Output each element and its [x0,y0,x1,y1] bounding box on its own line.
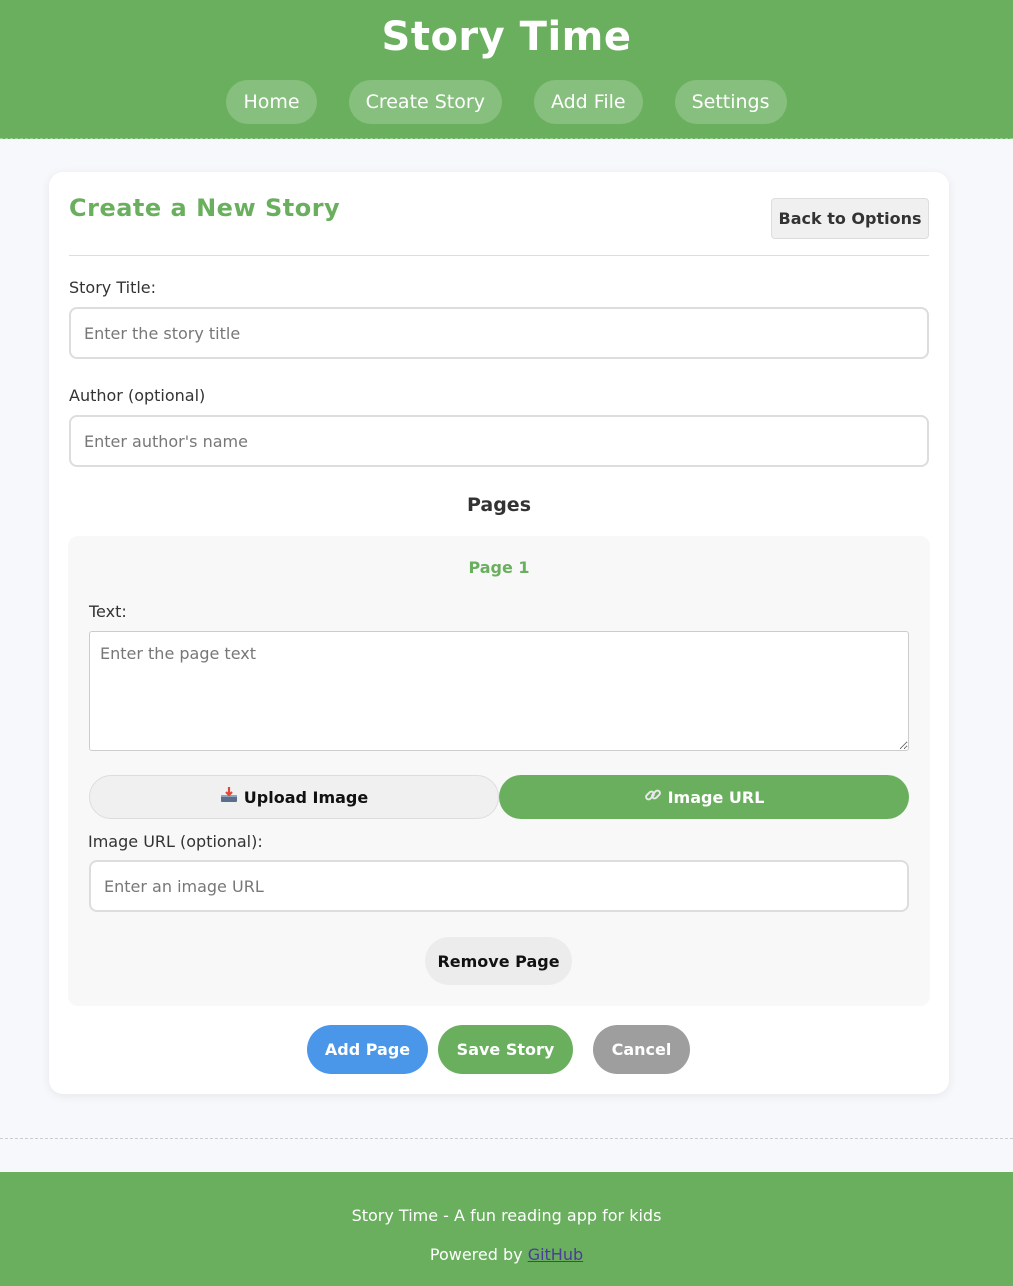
page-title: Create a New Story [69,194,341,222]
nav-home[interactable]: Home [226,80,317,124]
image-url-toggle-label: Image URL [667,787,765,807]
page-text-label: Text: [89,602,127,621]
author-input[interactable] [69,415,929,467]
nav-add-file[interactable]: Add File [533,80,643,124]
nav-create-story[interactable]: Create Story [348,80,502,124]
divider [69,255,929,256]
site-title: Story Time [381,14,632,60]
back-to-options-button[interactable]: Back to Options [771,198,929,239]
link-icon [644,786,662,808]
site-footer: Story Time - A fun reading app for kids … [0,1172,1013,1286]
powered-by-text: Powered by [429,1245,523,1264]
upload-image-toggle[interactable]: Upload Image [89,775,499,819]
cancel-button[interactable]: Cancel [593,1025,690,1074]
pages-heading: Pages [466,494,532,516]
nav-settings[interactable]: Settings [674,80,787,124]
page-text-input[interactable] [89,631,909,751]
author-label: Author (optional) [69,386,206,405]
image-url-input[interactable] [89,860,909,912]
main-nav: Home Create Story Add File Settings [0,80,1013,124]
page-editor: Page 1 Text: Upload Image Image URL [68,536,930,1006]
image-url-label: Image URL (optional): [88,832,263,851]
add-page-button[interactable]: Add Page [307,1025,428,1074]
remove-page-button[interactable]: Remove Page [425,937,572,985]
page-number-title: Page 1 [468,558,530,577]
save-story-button[interactable]: Save Story [438,1025,573,1074]
story-title-label: Story Title: [69,278,157,297]
site-header: Story Time Home Create Story Add File Se… [0,0,1013,139]
image-url-toggle[interactable]: Image URL [499,775,909,819]
footer-tagline: Story Time - A fun reading app for kids [351,1206,662,1225]
github-link[interactable]: GitHub [528,1245,583,1264]
create-story-card: Create a New Story Back to Options Story… [49,172,949,1094]
upload-image-label: Upload Image [243,787,369,807]
inbox-tray-icon [220,786,238,808]
footer-powered-by: Powered by GitHub [0,1245,1013,1264]
story-title-input[interactable] [69,307,929,359]
footer-divider [0,1138,1013,1139]
